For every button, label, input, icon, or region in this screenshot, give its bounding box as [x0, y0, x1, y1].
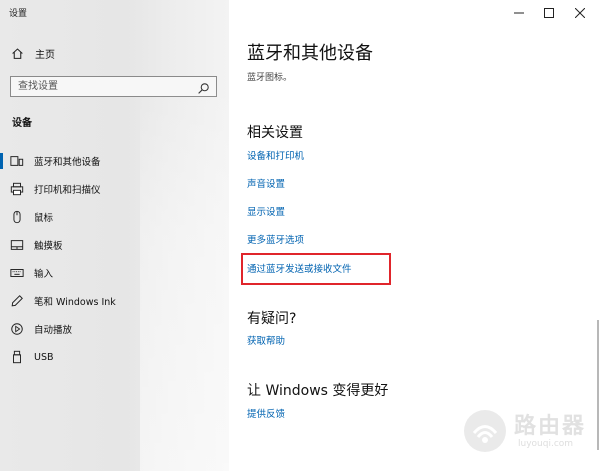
- bluetooth-devices-icon: [10, 154, 24, 168]
- link-give-feedback[interactable]: 提供反馈: [247, 406, 285, 420]
- sidebar-item-label: 自动播放: [34, 325, 73, 336]
- home-label: 主页: [35, 49, 55, 61]
- touchpad-icon: [10, 238, 24, 252]
- link-display-settings[interactable]: 显示设置: [247, 204, 285, 218]
- sidebar-item-label: 打印机和扫描仪: [34, 185, 101, 196]
- sidebar: 设置 主页 设备 蓝牙和其他设备: [0, 0, 230, 471]
- minimize-icon: [514, 12, 524, 14]
- usb-icon: [10, 350, 24, 364]
- scrollbar[interactable]: [597, 320, 599, 450]
- sidebar-item-printers[interactable]: 打印机和扫描仪: [0, 175, 229, 203]
- sidebar-item-label: 触摸板: [34, 241, 63, 252]
- home-nav-item[interactable]: 主页: [10, 44, 55, 62]
- sidebar-item-label: 笔和 Windows Ink: [34, 297, 116, 308]
- improve-windows-heading: 让 Windows 变得更好: [247, 383, 389, 399]
- printer-icon: [10, 182, 24, 196]
- close-button[interactable]: [564, 0, 596, 26]
- watermark: 路由器 luyouqi.com: [462, 404, 597, 464]
- sidebar-nav: 蓝牙和其他设备 打印机和扫描仪 鼠标 触摸板 输入 笔和 Windows Ink…: [0, 147, 229, 371]
- close-icon: [575, 8, 585, 18]
- main-content: 蓝牙和其他设备 蓝牙图标。 相关设置 设备和打印机 声音设置 显示设置 更多蓝牙…: [229, 0, 600, 471]
- keyboard-icon: [10, 266, 24, 280]
- sidebar-item-label: 蓝牙和其他设备: [34, 157, 101, 168]
- mouse-icon: [10, 210, 24, 224]
- highlight-box: [241, 253, 391, 285]
- section-label-devices: 设备: [12, 118, 32, 129]
- link-sound-settings[interactable]: 声音设置: [247, 176, 285, 190]
- autoplay-icon: [10, 322, 24, 336]
- settings-window: 设置 主页 设备 蓝牙和其他设备: [0, 0, 600, 471]
- sidebar-item-label: 鼠标: [34, 213, 54, 224]
- home-icon: [10, 46, 24, 60]
- page-title: 蓝牙和其他设备: [247, 43, 373, 64]
- sidebar-item-label: USB: [34, 351, 54, 363]
- sidebar-item-touchpad[interactable]: 触摸板: [0, 231, 229, 259]
- pen-icon: [10, 294, 24, 308]
- sidebar-item-bluetooth[interactable]: 蓝牙和其他设备: [0, 147, 229, 175]
- router-logo-icon: [464, 410, 506, 452]
- watermark-subtext: luyouqi.com: [518, 439, 574, 449]
- window-title: 设置: [9, 9, 28, 19]
- sidebar-item-typing[interactable]: 输入: [0, 259, 229, 287]
- search-input[interactable]: [11, 77, 191, 96]
- sidebar-item-pen[interactable]: 笔和 Windows Ink: [0, 287, 229, 315]
- link-more-bluetooth-options[interactable]: 更多蓝牙选项: [247, 232, 304, 246]
- help-heading: 有疑问?: [247, 311, 297, 327]
- page-description: 蓝牙图标。: [247, 73, 293, 83]
- minimize-button[interactable]: [503, 0, 535, 26]
- link-get-help[interactable]: 获取帮助: [247, 333, 285, 347]
- maximize-button[interactable]: [533, 0, 565, 26]
- link-devices-printers[interactable]: 设备和打印机: [247, 148, 304, 162]
- sidebar-item-mouse[interactable]: 鼠标: [0, 203, 229, 231]
- search-box[interactable]: [10, 76, 217, 97]
- related-settings-heading: 相关设置: [247, 125, 303, 141]
- search-icon[interactable]: [197, 80, 210, 94]
- sidebar-item-label: 输入: [34, 269, 54, 280]
- maximize-icon: [544, 8, 554, 18]
- sidebar-item-autoplay[interactable]: 自动播放: [0, 315, 229, 343]
- watermark-text: 路由器: [514, 414, 587, 439]
- sidebar-item-usb[interactable]: USB: [0, 343, 229, 371]
